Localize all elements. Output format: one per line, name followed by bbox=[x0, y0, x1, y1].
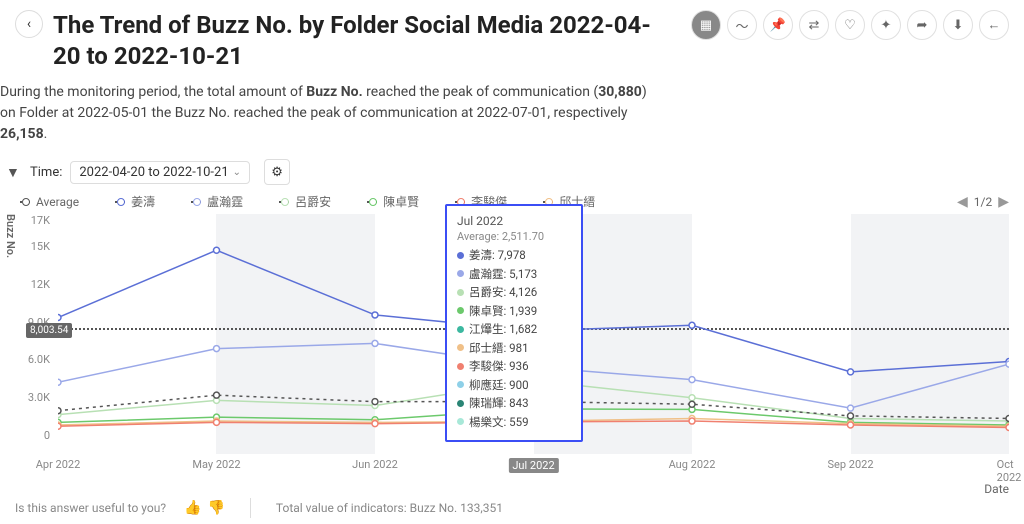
legend-item[interactable]: 呂爵安 bbox=[279, 193, 331, 210]
tooltip-row: 邱士縉: 981 bbox=[457, 340, 571, 356]
thumbs-down-icon[interactable]: 👎 bbox=[207, 500, 224, 516]
pin-icon[interactable]: 📌 bbox=[763, 10, 793, 40]
toolbar: ▦ 〜 📌 ⇄ ♡ ✦ ➦ ⬇ ← bbox=[691, 10, 1009, 40]
page-title: The Trend of Buzz No. by Folder Social M… bbox=[53, 10, 653, 72]
legend-item[interactable]: 陳卓賢 bbox=[367, 193, 419, 210]
swap-icon[interactable]: ⇄ bbox=[799, 10, 829, 40]
table-view-icon[interactable]: ▦ bbox=[691, 10, 721, 40]
filter-icon[interactable]: ▼ bbox=[6, 164, 22, 180]
chart-view-icon[interactable]: 〜 bbox=[727, 10, 757, 40]
tooltip-row: 江𤒹生: 1,682 bbox=[457, 321, 571, 337]
legend-item[interactable]: 盧瀚霆 bbox=[191, 193, 243, 210]
legend-page: 1/2 bbox=[974, 195, 992, 209]
x-tick: Sep 2022 bbox=[828, 458, 874, 471]
tooltip-row: 李駿傑: 936 bbox=[457, 358, 571, 374]
heart-icon[interactable]: ♡ bbox=[835, 10, 865, 40]
y-tick: 12K bbox=[31, 278, 50, 291]
x-tick: Jul 2022 bbox=[508, 458, 558, 473]
x-tick: May 2022 bbox=[192, 458, 240, 471]
chart[interactable]: Buzz No. 03.0K6.0K9.0K12K15K17K 8,003.54… bbox=[6, 214, 1009, 474]
feedback-label: Is this answer useful to you? bbox=[15, 501, 166, 515]
settings-button[interactable]: ⚙ bbox=[264, 159, 290, 185]
legend-item[interactable]: 姜濤 bbox=[115, 193, 155, 210]
download-icon[interactable]: ⬇ bbox=[943, 10, 973, 40]
y-tick: 17K bbox=[31, 214, 50, 227]
back-button[interactable]: ‹ bbox=[15, 10, 43, 38]
y-tick: 3.0K bbox=[28, 391, 50, 404]
y-tick: 6.0K bbox=[28, 353, 50, 366]
sparkle-icon[interactable]: ✦ bbox=[871, 10, 901, 40]
tooltip-row: 呂爵安: 4,126 bbox=[457, 284, 571, 300]
y-tick: 0 bbox=[44, 429, 50, 442]
y-axis-label: Buzz No. bbox=[4, 214, 17, 258]
legend-item[interactable]: Average bbox=[20, 195, 79, 209]
tooltip-row: 盧瀚霆: 5,173 bbox=[457, 266, 571, 282]
legend-prev-icon[interactable]: ◀ bbox=[957, 194, 968, 210]
chart-tooltip: Jul 2022 Average: 2,511.70 姜濤: 7,978盧瀚霆:… bbox=[445, 204, 583, 442]
x-tick: Apr 2022 bbox=[36, 458, 81, 471]
description: During the monitoring period, the total … bbox=[0, 72, 680, 145]
time-range-select[interactable]: 2022-04-20 to 2022-10-21⌄ bbox=[70, 161, 250, 184]
legend-next-icon[interactable]: ▶ bbox=[998, 194, 1009, 210]
x-axis-label: Date bbox=[984, 482, 1009, 496]
share-icon[interactable]: ➦ bbox=[907, 10, 937, 40]
tooltip-row: 陳卓賢: 1,939 bbox=[457, 303, 571, 319]
time-label: Time: bbox=[30, 165, 62, 180]
y-tick: 15K bbox=[31, 240, 50, 253]
collapse-icon[interactable]: ← bbox=[979, 10, 1009, 40]
x-tick: Aug 2022 bbox=[669, 458, 716, 471]
thumbs-up-icon[interactable]: 👍 bbox=[184, 500, 201, 516]
total-indicators-label: Total value of indicators: Buzz No. 133,… bbox=[276, 501, 503, 515]
tooltip-row: 姜濤: 7,978 bbox=[457, 247, 571, 263]
tooltip-row: 陳瑞輝: 843 bbox=[457, 395, 571, 411]
x-tick: Oct 2022 bbox=[997, 458, 1022, 484]
x-tick: Jun 2022 bbox=[352, 458, 398, 471]
tooltip-row: 楊樂文: 559 bbox=[457, 414, 571, 430]
tooltip-row: 柳應廷: 900 bbox=[457, 377, 571, 393]
